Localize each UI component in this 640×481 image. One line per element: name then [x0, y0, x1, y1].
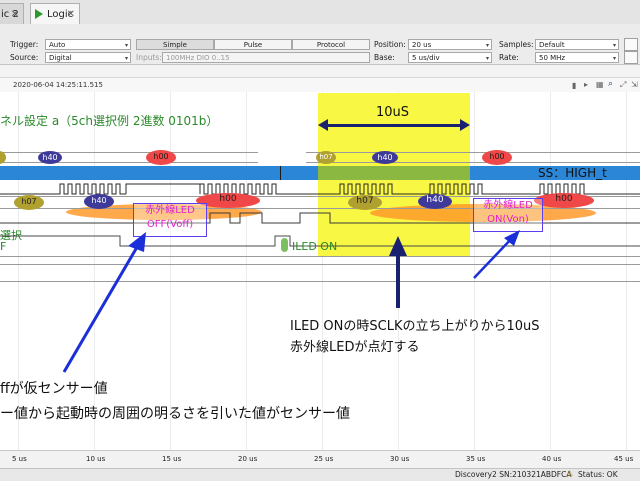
cursor-icon[interactable]: ▸: [584, 80, 588, 89]
bus-edge: [306, 162, 640, 163]
axis-tick: 5 us: [12, 455, 27, 463]
mode-simple-button[interactable]: Simple: [136, 39, 214, 50]
zoom-icon[interactable]: ⌕: [608, 79, 613, 89]
base-label: Base:: [374, 53, 395, 62]
settings-panel: Trigger: Auto ▾ Source: Digital ▾ Inputs: …: [0, 24, 640, 65]
bus-value-h40: h40: [38, 151, 62, 164]
axis-tick: 20 us: [238, 455, 258, 463]
source-value: Digital: [49, 54, 72, 62]
samples-value: Default: [539, 41, 565, 49]
rate-toggle-checkbox[interactable]: [624, 51, 638, 64]
mode-protocol-button[interactable]: Protocol: [292, 39, 370, 50]
axis-tick: 10 us: [86, 455, 106, 463]
samples-select[interactable]: Default ▾: [535, 39, 619, 50]
warning-icon: ⚠: [566, 469, 574, 478]
axis-tick: 40 us: [542, 455, 562, 463]
device-info: Discovery2 SN:210321ABDFCA: [455, 470, 572, 479]
position-value: 20 us: [412, 41, 432, 49]
acquisition-timestamp: 2020-06-04 14:25:11.515: [13, 81, 103, 89]
bus-value-h07: h07: [316, 151, 336, 164]
source-select[interactable]: Digital ▾: [45, 52, 131, 63]
chart-icon[interactable]: ▮: [572, 81, 576, 90]
arrow-head-icon: [389, 236, 407, 256]
fit-icon[interactable]: ⤢: [620, 80, 626, 90]
axis-tick: 15 us: [162, 455, 182, 463]
inputs-label: Inputs:: [136, 53, 162, 62]
chevron-down-icon: ▾: [612, 42, 616, 49]
tab-logic-2[interactable]: ic 2 ✕: [0, 3, 24, 24]
settings-toggle-checkbox[interactable]: [624, 38, 638, 51]
trigger-select[interactable]: Auto ▾: [45, 39, 131, 50]
base-field[interactable]: 5 us/div ▾: [408, 52, 492, 63]
axis-tick: 25 us: [314, 455, 334, 463]
bus-row-1: h40 h00 h07 h40 h00: [0, 150, 640, 165]
bus-value-h40: h40: [372, 151, 398, 164]
interval-arrow-line: [327, 124, 463, 127]
axis-tick: 35 us: [466, 455, 486, 463]
tab-logic-3[interactable]: Logic 3 ✕: [30, 3, 80, 41]
arrow-line: [473, 235, 515, 279]
source-label: Source:: [10, 53, 39, 62]
bus-edge: [0, 162, 258, 163]
export-icon[interactable]: ⇲: [631, 80, 638, 89]
position-label: Position:: [374, 40, 406, 49]
ss-high-label: SS：HIGH_t: [538, 166, 607, 180]
status-text: Status: OK: [578, 470, 618, 479]
bus-value-h00: h00: [146, 150, 176, 165]
bus-edge: [306, 152, 640, 153]
chevron-down-icon: ▾: [612, 55, 616, 62]
view-toolbar: [0, 65, 640, 78]
close-icon[interactable]: ✕: [67, 4, 75, 25]
trigger-value: Auto: [49, 41, 66, 49]
arrow-head-icon: [128, 232, 146, 252]
position-field[interactable]: 20 us ▾: [408, 39, 492, 50]
play-icon[interactable]: [35, 9, 43, 19]
axis-tick: 30 us: [390, 455, 410, 463]
ss-edge: [280, 166, 281, 180]
sensor-note: ー値から起動時の周囲の明るさを引いた値がセンサー値: [0, 406, 350, 422]
ss-highlight-overlap: [318, 166, 470, 180]
time-axis: 5 us 10 us 15 us 20 us 25 us 30 us 35 us…: [0, 450, 640, 469]
axis-tick: 45 us: [614, 455, 634, 463]
rate-label: Rate:: [499, 53, 519, 62]
bus-edge: [0, 152, 258, 153]
grid-icon[interactable]: ▦: [596, 80, 604, 89]
annotation-arrows: [62, 230, 520, 373]
bus-value-h00: h00: [482, 150, 512, 165]
chevron-down-icon: ▾: [124, 55, 128, 62]
timestamp-row: 2020-06-04 14:25:11.515 ▮ ▸ ▦ ⌕ ⤢ ⇲: [0, 78, 640, 93]
rate-value: 50 MHz: [539, 54, 566, 62]
inputs-value: 100MHz DIO 0..15: [166, 54, 230, 62]
sclk-note: ILED ONの時SCLKの立ち上がりから10uS 赤外線LEDが点灯する: [290, 319, 540, 355]
chevron-down-icon: ▾: [485, 55, 489, 62]
channel-config-title: ネル設定 a（5ch選択例 2進数 0101b）: [0, 114, 219, 128]
chevron-down-icon: ▾: [124, 42, 128, 49]
mode-pulse-button[interactable]: Pulse: [214, 39, 292, 50]
chevron-down-icon: ▾: [485, 42, 489, 49]
samples-label: Samples:: [499, 40, 534, 49]
base-value: 5 us/div: [412, 54, 440, 62]
interval-label: 10uS: [376, 105, 410, 120]
inputs-select: 100MHz DIO 0..15: [162, 52, 370, 63]
arrow-right-icon: [460, 119, 470, 131]
voff-note: ffが仮センサー値: [0, 381, 108, 397]
arrow-left-icon: [318, 119, 328, 131]
close-icon[interactable]: ✕: [11, 4, 19, 25]
arrow-line: [62, 241, 142, 373]
trigger-label: Trigger:: [10, 40, 39, 49]
tab-bar: ic 2 ✕ Logic 3 ✕: [0, 0, 640, 41]
status-bar: Discovery2 SN:210321ABDFCA ⚠ Status: OK: [0, 468, 640, 481]
rate-field[interactable]: 50 MHz ▾: [535, 52, 619, 63]
